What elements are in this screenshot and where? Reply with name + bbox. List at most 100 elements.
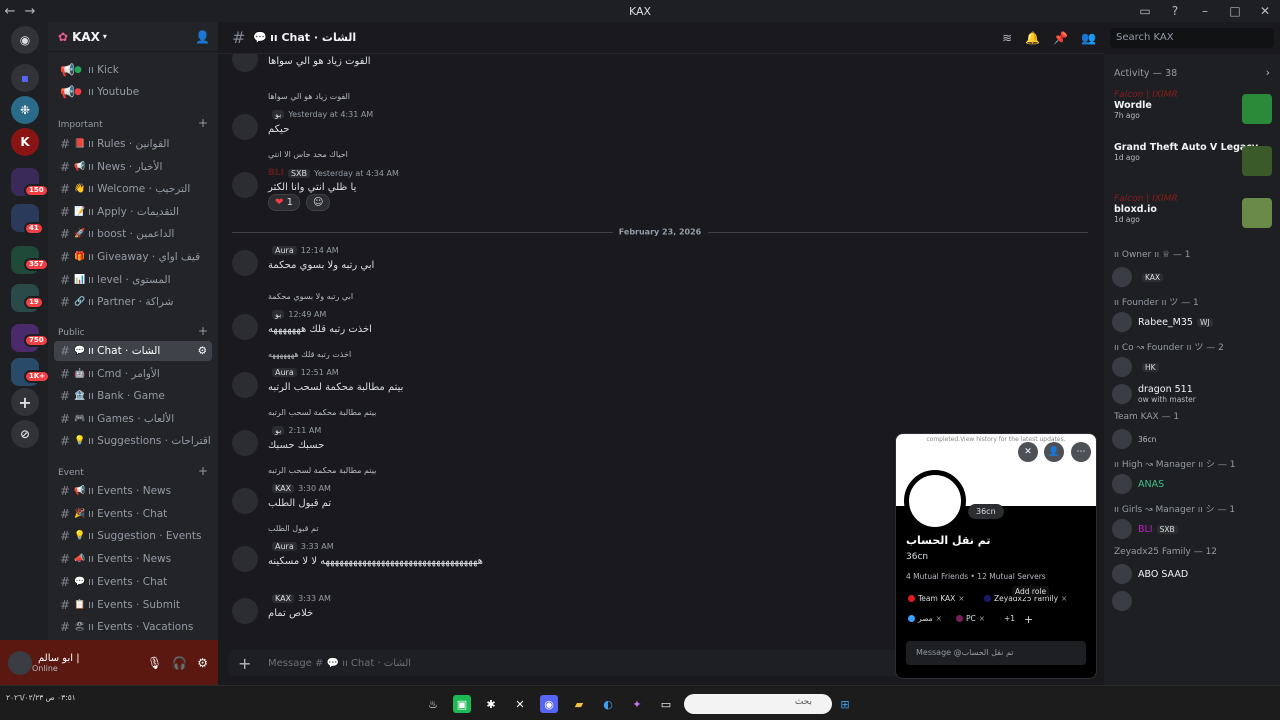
folder-taskbar-icon[interactable]: ▰: [570, 695, 588, 713]
friend-icon[interactable]: 👤: [1044, 442, 1064, 462]
member-row[interactable]: ANAS: [1112, 471, 1274, 497]
avatar[interactable]: [232, 172, 258, 198]
server-header[interactable]: ✿ KAX ▾ 👤: [48, 22, 218, 52]
channel-item[interactable]: # 🤖 ıı Cmd · الأوامر: [54, 364, 212, 384]
reply-preview[interactable]: بيتم مطالبة محكمة لسحب الرتبه: [268, 466, 376, 475]
gear-icon[interactable]: ⚙: [197, 656, 208, 670]
folder-icon[interactable]: ▪: [11, 64, 39, 92]
member-row[interactable]: KAX: [1112, 264, 1274, 290]
member-row[interactable]: BLI SXB: [1112, 516, 1274, 542]
chevron-right-icon[interactable]: ›: [1266, 66, 1270, 79]
heart-reaction[interactable]: ❤ 1: [268, 194, 300, 211]
channel-item[interactable]: # 👋 ıı Welcome · الترحيب: [54, 179, 212, 199]
channel-item[interactable]: # 💡 ıı Suggestion · Events: [54, 526, 212, 546]
server-icon[interactable]: ❉: [11, 96, 39, 124]
remove-role-icon[interactable]: ×: [979, 614, 985, 623]
channel-item[interactable]: # 📣 ıı Events · News: [54, 549, 212, 569]
channel-item[interactable]: # 🎁 ıı Giveaway · قيف اواي: [54, 247, 212, 267]
member-row[interactable]: ABO SAAD: [1112, 561, 1274, 587]
steam-icon[interactable]: ♨: [424, 695, 442, 713]
forward-arrow-icon[interactable]: →: [20, 4, 40, 19]
back-arrow-icon[interactable]: ←: [0, 4, 20, 19]
channel-item[interactable]: # 🏦 ıı Bank · Game: [54, 386, 212, 406]
channel-item[interactable]: # 💡 ıı Suggestions · اقتراحات: [54, 431, 212, 451]
popout-message-input[interactable]: Message @تم نقل الحساب: [906, 641, 1086, 665]
avatar[interactable]: [232, 314, 258, 340]
channel-item[interactable]: 📢 ● ıı Kick: [54, 60, 212, 80]
edge-icon[interactable]: ◐: [599, 695, 617, 713]
add-role-plus-icon[interactable]: +: [1024, 613, 1033, 626]
role-chip[interactable]: PC ×: [956, 614, 985, 623]
more-options-icon[interactable]: ⋯: [1071, 442, 1091, 462]
channel-item[interactable]: # 🎉 ıı Events · Chat: [54, 504, 212, 524]
remove-role-icon[interactable]: ×: [936, 614, 942, 623]
reply-preview[interactable]: بيتم مطالبة محكمة لسحب الرتبه: [268, 408, 376, 417]
role-chip[interactable]: +1: [1004, 614, 1015, 623]
bell-icon[interactable]: 🔔: [1025, 31, 1040, 45]
minimize-button[interactable]: –: [1190, 0, 1220, 22]
channel-item[interactable]: # 📢 ıı News · الأخبار: [54, 157, 212, 177]
member-list-icon[interactable]: 👥: [1081, 31, 1096, 45]
maximize-button[interactable]: □: [1220, 0, 1250, 22]
threads-icon[interactable]: ≋: [1002, 31, 1012, 45]
channel-item[interactable]: # 🔗 ıı Partner · شراكة: [54, 292, 212, 312]
channel-item[interactable]: 📢 ● ıı Youtube: [54, 82, 212, 102]
headphones-icon[interactable]: 🎧: [172, 656, 187, 670]
add-channel-icon[interactable]: +: [198, 116, 208, 130]
channel-item[interactable]: # 💬 ıı Chat · الشات ⚙: [54, 341, 212, 361]
search-input[interactable]: Search KAX: [1110, 28, 1274, 48]
category-public[interactable]: Public: [58, 328, 85, 338]
message-input[interactable]: Message # 💬 ıı Chat · الشات: [268, 658, 411, 669]
reply-preview[interactable]: تم قبول الطلب: [268, 524, 319, 533]
avatar[interactable]: [8, 650, 32, 675]
remove-friend-icon[interactable]: ✕: [1018, 442, 1038, 462]
discover-icon[interactable]: ⊘: [11, 420, 39, 448]
channel-item[interactable]: # 📋 ıı Events · Submit: [54, 595, 212, 615]
channel-item[interactable]: # 📝 ıı Apply · التقديمات: [54, 202, 212, 222]
close-button[interactable]: ✕: [1250, 0, 1280, 22]
discord-taskbar-icon[interactable]: ◉: [540, 695, 558, 713]
windows-start-icon[interactable]: ⊞: [836, 695, 854, 713]
member-row[interactable]: dragon 511 ow with master: [1112, 381, 1274, 407]
remove-role-icon[interactable]: ×: [1061, 594, 1067, 603]
channel-item[interactable]: # 🚀 ıı boost · الداعمين: [54, 224, 212, 244]
role-chip[interactable]: Team KAX ×: [908, 594, 965, 603]
reply-preview[interactable]: الفوت زياد هو الي سواها: [268, 92, 350, 101]
activity-item[interactable]: Falcon | IXIMR bloxd.io 1d ago: [1114, 194, 1272, 228]
channel-item[interactable]: # 📢 ıı Events · News: [54, 481, 212, 501]
help-icon[interactable]: ?: [1160, 0, 1190, 22]
channel-item[interactable]: # 📕 ıı Rules · القوانين: [54, 134, 212, 154]
category-important[interactable]: Important: [58, 120, 103, 130]
channel-item[interactable]: # 📊 ıı level · المستوى: [54, 270, 212, 290]
mutual-info[interactable]: 4 Mutual Friends • 12 Mutual Servers: [906, 572, 1046, 581]
member-row[interactable]: [1112, 588, 1274, 614]
kax-server-icon[interactable]: K: [11, 128, 39, 156]
channel-item[interactable]: # 🎮 ıı Games · الألعاب: [54, 409, 212, 429]
taskbar-search[interactable]: بحث: [684, 694, 832, 714]
member-row[interactable]: 36cn: [1112, 426, 1274, 452]
inbox-icon[interactable]: ▭: [1130, 0, 1160, 22]
add-member-icon[interactable]: 👤: [195, 30, 210, 44]
avatar[interactable]: [232, 488, 258, 514]
remove-role-icon[interactable]: ×: [958, 594, 964, 603]
add-channel-icon[interactable]: +: [198, 324, 208, 338]
avatar[interactable]: [232, 372, 258, 398]
avatar[interactable]: [232, 114, 258, 140]
member-row[interactable]: HK: [1112, 354, 1274, 380]
pin-icon[interactable]: 📌: [1053, 31, 1068, 45]
gear-icon[interactable]: ⚙: [198, 345, 207, 357]
reply-preview[interactable]: اخذت رتبه قلك هههههههه: [268, 350, 351, 359]
add-reaction-button[interactable]: ☺: [305, 194, 331, 211]
author-name[interactable]: BLI: [268, 168, 284, 178]
avatar[interactable]: [232, 598, 258, 624]
microphone-icon[interactable]: 🎙: [147, 656, 162, 670]
app-icon[interactable]: ✕: [511, 695, 529, 713]
add-server-icon[interactable]: +: [11, 388, 39, 416]
copilot-icon[interactable]: ✦: [628, 695, 646, 713]
role-chip[interactable]: مصر ×: [908, 614, 942, 623]
discord-home-icon[interactable]: ◉: [11, 26, 39, 54]
avatar[interactable]: [232, 430, 258, 456]
avatar[interactable]: [232, 250, 258, 276]
add-channel-icon[interactable]: +: [198, 464, 208, 478]
activity-item[interactable]: Falcon | IXIMR Wordle 7h ago: [1114, 90, 1272, 124]
